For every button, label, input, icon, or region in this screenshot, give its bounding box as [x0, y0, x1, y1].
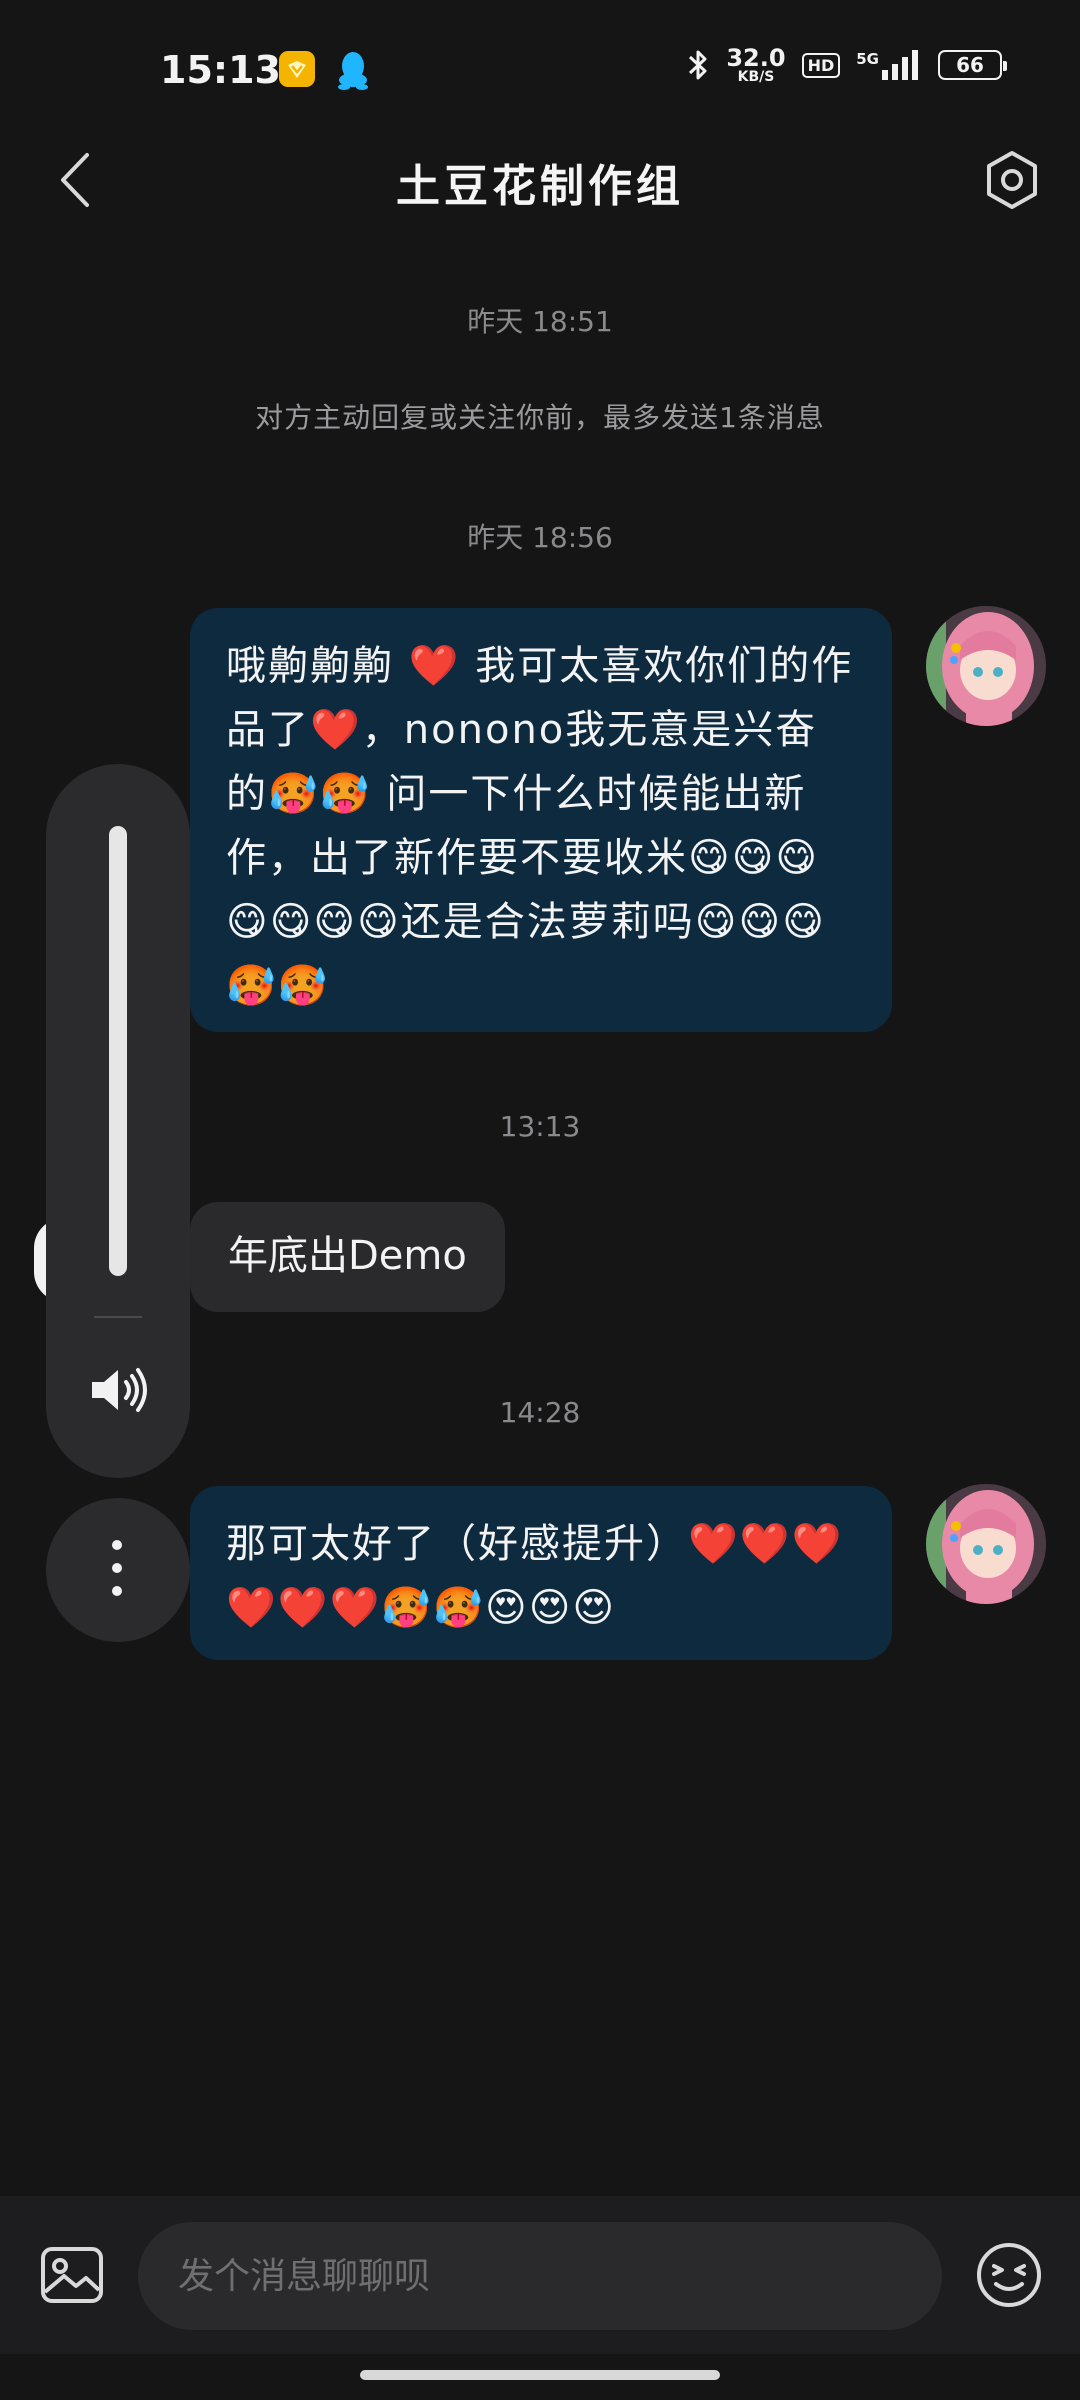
- hexagon-gear-icon: [987, 151, 1037, 209]
- speaker-icon[interactable]: [86, 1358, 150, 1422]
- home-indicator[interactable]: [360, 2370, 720, 2380]
- status-notification-icons: [278, 50, 370, 90]
- volume-slider[interactable]: [109, 826, 127, 1276]
- user-avatar[interactable]: [926, 1484, 1046, 1604]
- vip-badge-icon: [279, 51, 315, 87]
- image-icon[interactable]: [40, 2246, 104, 2304]
- volume-divider: [94, 1316, 142, 1318]
- status-time: 15:13: [160, 48, 281, 92]
- speed-value: 32.0: [726, 44, 786, 72]
- qq-icon: [338, 52, 368, 90]
- outgoing-message-bubble[interactable]: 哦齁齁齁 ❤️ 我可太喜欢你们的作品了❤️，nonono我无意是兴奋的🥵🥵 问一…: [190, 608, 892, 1032]
- message-timestamp: 昨天 18:56: [467, 521, 613, 554]
- more-vertical-icon: [112, 1540, 122, 1609]
- anime-girl-avatar-icon: [926, 1484, 1046, 1604]
- signal-indicator: 5G: [856, 50, 922, 80]
- bluetooth-icon: [689, 50, 707, 80]
- incoming-message-bubble[interactable]: 年底出Demo: [190, 1202, 505, 1312]
- chat-title: 土豆花制作组: [396, 161, 684, 212]
- battery-indicator: 66: [938, 50, 1007, 80]
- user-avatar[interactable]: [926, 606, 1046, 726]
- network-speed: 32.0 KB/S: [726, 46, 785, 84]
- signal-bars-icon: [882, 50, 918, 80]
- outgoing-message-bubble[interactable]: 那可太好了（好感提升）❤️❤️❤️❤️❤️❤️🥵🥵😍😍😍: [190, 1486, 892, 1660]
- system-notice: 对方主动回复或关注你前，最多发送1条消息: [255, 401, 825, 434]
- volume-more-button[interactable]: [46, 1498, 190, 1642]
- status-system-icons: 32.0 KB/S HD 5G 66: [686, 46, 1007, 84]
- hd-badge: HD: [801, 52, 841, 78]
- message-input-bar: [0, 2196, 1080, 2354]
- anime-girl-avatar-icon: [926, 606, 1046, 726]
- emoji-face-icon[interactable]: [976, 2242, 1042, 2308]
- speed-unit: KB/S: [737, 69, 775, 85]
- chat-header: 土豆花制作组: [0, 130, 1080, 230]
- message-timestamp: 昨天 18:51: [467, 305, 613, 338]
- message-input[interactable]: [138, 2222, 942, 2330]
- status-bar: 15:13 32.0 KB/S HD 5G 66: [0, 0, 1080, 130]
- network-type: 5G: [856, 50, 879, 68]
- volume-overlay: [46, 764, 190, 1478]
- settings-button[interactable]: [980, 148, 1044, 212]
